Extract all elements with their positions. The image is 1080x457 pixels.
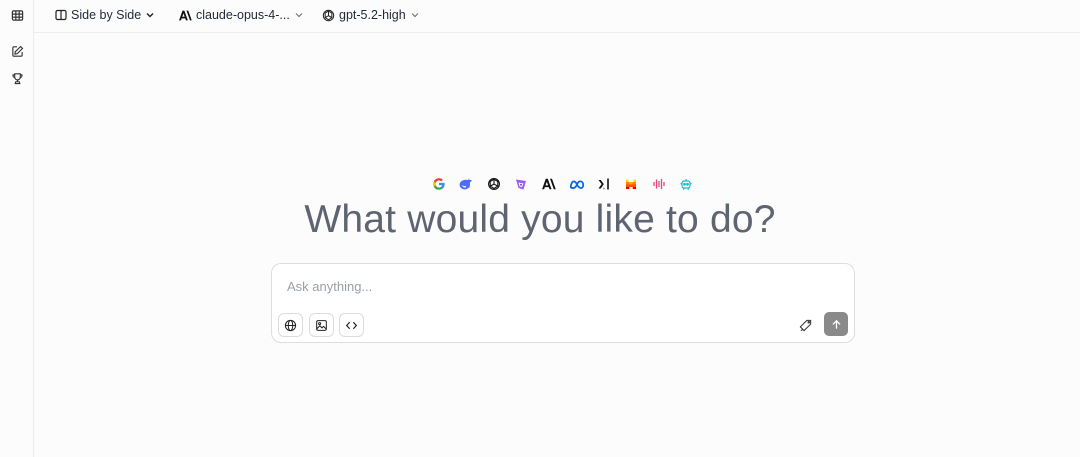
prompt-composer: [271, 263, 855, 343]
provider-logos: [0, 176, 1080, 192]
mistral-icon: [623, 176, 639, 192]
globe-icon: [284, 319, 297, 331]
xai-icon: [596, 176, 612, 192]
prompt-input[interactable]: [287, 279, 827, 301]
chevron-down-icon: [295, 13, 303, 18]
model-b-selector[interactable]: gpt-5.2-high: [322, 5, 420, 25]
anthropic-icon: [179, 10, 192, 20]
robot-icon: [678, 176, 694, 192]
image-upload-button[interactable]: [309, 313, 334, 337]
anthropic-icon: [541, 176, 557, 192]
arrow-up-icon: [832, 319, 840, 329]
chevron-down-icon: [146, 13, 154, 18]
table-icon[interactable]: [7, 5, 27, 25]
split-view-icon: [55, 9, 67, 21]
openai-icon: [486, 176, 502, 192]
waveform-icon: [651, 176, 667, 192]
model-a-selector[interactable]: claude-opus-4-...: [179, 5, 304, 25]
meta-icon: [568, 176, 585, 192]
code-button[interactable]: [339, 313, 364, 337]
openai-icon: [322, 9, 335, 21]
code-icon: [345, 321, 358, 329]
deepseek-icon: [458, 176, 474, 192]
top-bar: Side by Side claude-opus-4-... gpt-5.2-h…: [34, 0, 1080, 33]
mistral-like-icon: [513, 176, 529, 192]
mode-label: Side by Side: [71, 8, 142, 22]
chevron-down-icon: [411, 13, 419, 18]
new-chat-icon[interactable]: [7, 41, 27, 61]
google-icon: [431, 176, 447, 192]
model-a-label: claude-opus-4-...: [196, 8, 290, 22]
image-icon: [316, 319, 327, 331]
send-button[interactable]: [824, 312, 848, 336]
tag-icon: [799, 319, 811, 331]
web-search-button[interactable]: [278, 313, 303, 337]
page-title: What would you like to do?: [304, 198, 776, 241]
mode-selector[interactable]: Side by Side: [55, 5, 155, 25]
model-b-label: gpt-5.2-high: [339, 8, 406, 22]
tag-button[interactable]: [796, 316, 814, 334]
trophy-icon[interactable]: [7, 68, 27, 88]
